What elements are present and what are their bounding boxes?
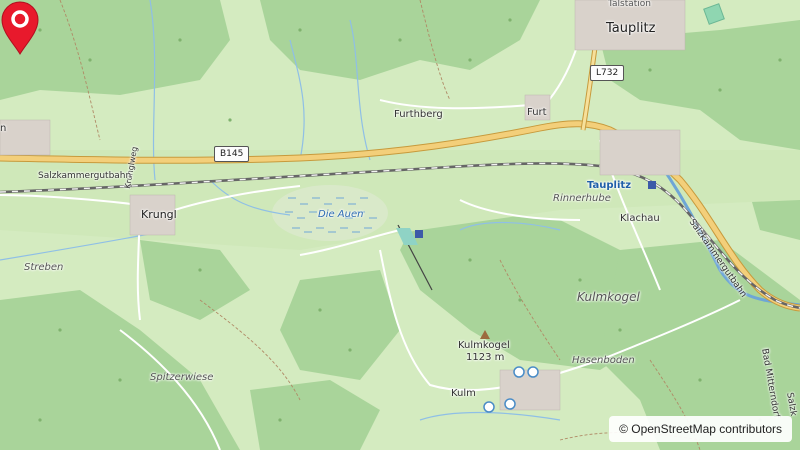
map-view[interactable]: B145 L732 Tauplitz Talstation Furthberg … (0, 0, 800, 450)
map-attribution: © OpenStreetMap contributors (609, 416, 792, 442)
road-shield-b145: B145 (214, 146, 250, 162)
label-rinnerhube: Rinnerhube (553, 193, 611, 204)
peak-icon (480, 330, 490, 339)
label-kulm: Kulm (451, 388, 476, 399)
label-edge-n: n (0, 123, 7, 134)
label-talstation: Talstation (608, 0, 651, 9)
label-krungl: Krungl (141, 208, 177, 221)
tram-stop-icon (648, 181, 656, 189)
label-furthberg: Furthberg (394, 109, 443, 120)
road-shield-l732: L732 (590, 65, 625, 81)
label-furt: Furt (527, 107, 547, 118)
swimming-area-icon[interactable] (527, 366, 539, 378)
label-tauplitz-station: Tauplitz (587, 180, 632, 191)
location-marker-icon[interactable] (0, 0, 40, 56)
label-kulmkogel-area: Kulmkogel (577, 290, 640, 304)
tram-stop-icon (415, 230, 423, 238)
swimming-area-icon[interactable] (483, 401, 495, 413)
label-die-auen: Die Auen (318, 209, 364, 220)
label-spitzerwiese: Spitzerwiese (150, 372, 214, 383)
label-kulmkogel-peak: Kulmkogel (458, 340, 510, 351)
label-salzkammergutbahn: Salzkammergutbahn (38, 171, 132, 181)
label-tauplitz-town: Tauplitz (606, 21, 656, 36)
label-kulmkogel-elevation: 1123 m (466, 352, 505, 363)
attribution-link[interactable]: © OpenStreetMap contributors (619, 422, 782, 436)
label-klachau: Klachau (620, 213, 660, 224)
label-streben: Streben (24, 262, 64, 273)
map-tiles (0, 0, 800, 450)
swimming-area-icon[interactable] (513, 366, 525, 378)
label-hasenboden: Hasenboden (572, 355, 635, 366)
swimming-area-icon[interactable] (504, 398, 516, 410)
